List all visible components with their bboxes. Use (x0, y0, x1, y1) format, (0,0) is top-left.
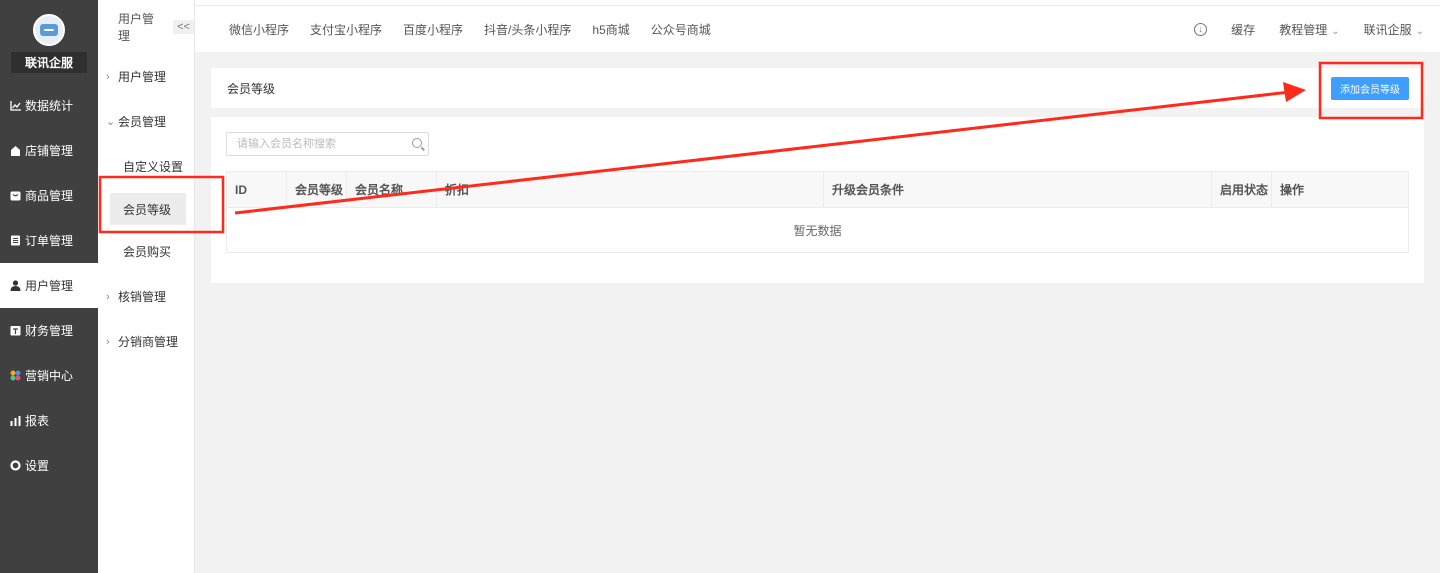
page-title: 会员等级 (227, 81, 276, 96)
sidebar-item-label: 营销中心 (25, 369, 74, 383)
chevron-right-icon: › (106, 335, 110, 348)
sidebar-item-marketing[interactable]: 营销中心 (0, 353, 98, 398)
settings-icon (9, 460, 21, 472)
column-header-upgrade-condition[interactable]: 升级会员条件 (823, 171, 1212, 208)
column-header-id[interactable]: ID (226, 171, 287, 208)
store-icon (9, 145, 21, 157)
top-navbar: 微信小程序 支付宝小程序 百度小程序 抖音/头条小程序 h5商城 公众号商城 ↓… (195, 5, 1440, 52)
tab-alipay-miniprogram[interactable]: 支付宝小程序 (310, 21, 382, 38)
tutorial-menu[interactable]: 教程管理 ⌄ (1279, 21, 1339, 38)
tab-baidu-miniprogram[interactable]: 百度小程序 (403, 21, 463, 38)
sidebar-item-label: 店铺管理 (25, 144, 74, 158)
subnav-user-management[interactable]: › 用户管理 (98, 54, 194, 99)
tab-wechat-miniprogram[interactable]: 微信小程序 (229, 21, 289, 38)
order-icon (9, 235, 21, 247)
cache-button[interactable]: 缓存 (1231, 21, 1255, 38)
secondary-sidebar-title: 用户管理 (118, 12, 155, 43)
sidebar-item-label: 商品管理 (25, 189, 74, 203)
subnav-member-management[interactable]: ⌄ 会员管理 (98, 99, 194, 144)
goods-icon (9, 190, 21, 202)
brand-logo[interactable] (33, 14, 65, 46)
brand-name: 联讯企服 (11, 52, 87, 73)
sidebar-item-users[interactable]: 用户管理 (0, 263, 98, 308)
tutorial-label: 教程管理 (1279, 22, 1328, 37)
column-header-level[interactable]: 会员等级 (286, 171, 347, 208)
tab-official-account-mall[interactable]: 公众号商城 (651, 21, 711, 38)
account-label: 联讯企服 (1363, 22, 1412, 37)
subnav-member-level[interactable]: 会员等级 (110, 193, 186, 225)
chevron-down-icon: ⌄ (106, 116, 116, 128)
brand-logo-area: 联讯企服 (0, 0, 98, 88)
subnav-distributor-management[interactable]: › 分销商管理 (98, 319, 194, 364)
sidebar-item-label: 数据统计 (25, 99, 74, 113)
finance-icon (9, 325, 21, 337)
card-header: 会员等级 (211, 68, 1424, 108)
sidebar-item-label: 用户管理 (25, 279, 74, 293)
chevron-right-icon: › (106, 290, 110, 303)
sidebar-item-settings[interactable]: 设置 (0, 443, 98, 488)
tab-h5-mall[interactable]: h5商城 (592, 21, 629, 38)
column-header-discount[interactable]: 折扣 (436, 171, 824, 208)
chevron-down-icon: ⌄ (1415, 25, 1424, 37)
search-box (226, 132, 429, 156)
report-icon (9, 415, 21, 427)
sidebar-item-orders[interactable]: 订单管理 (0, 218, 98, 263)
subnav-custom-settings[interactable]: 自定义设置 (98, 144, 194, 189)
logo-icon (40, 24, 58, 36)
table-header-row: ID 会员等级 会员名称 折扣 升级会员条件 启用状态 操作 (226, 171, 1409, 208)
tab-douyin-miniprogram[interactable]: 抖音/头条小程序 (484, 21, 571, 38)
collapse-button[interactable]: << (173, 20, 194, 34)
search-input[interactable] (237, 138, 407, 150)
chevron-right-icon: › (106, 70, 110, 83)
subnav-member-purchase[interactable]: 会员购买 (98, 229, 194, 274)
chevron-down-icon: ⌄ (1331, 25, 1340, 37)
search-icon[interactable] (412, 138, 422, 148)
chart-icon (9, 100, 21, 112)
column-header-name[interactable]: 会员名称 (346, 171, 437, 208)
account-menu[interactable]: 联讯企服 ⌄ (1364, 21, 1424, 38)
member-level-table: ID 会员等级 会员名称 折扣 升级会员条件 启用状态 操作 暂无数据 (226, 171, 1409, 253)
sidebar-item-reports[interactable]: 报表 (0, 398, 98, 443)
sidebar-item-statistics[interactable]: 数据统计 (0, 83, 98, 128)
column-header-status[interactable]: 启用状态 (1211, 171, 1272, 208)
subnav-label: 用户管理 (118, 70, 167, 84)
content-card: ID 会员等级 会员名称 折扣 升级会员条件 启用状态 操作 暂无数据 (211, 117, 1424, 283)
subnav-label: 核销管理 (118, 290, 167, 304)
empty-state: 暂无数据 (226, 207, 1409, 253)
secondary-sidebar: 用户管理 << › 用户管理 ⌄ 会员管理 自定义设置 会员等级 会员购买 › … (98, 0, 195, 573)
table-row: 暂无数据 (226, 207, 1409, 253)
subnav-label: 会员管理 (118, 115, 167, 129)
subnav-label: 分销商管理 (118, 335, 179, 349)
marketing-icon (9, 370, 21, 382)
sidebar-item-store[interactable]: 店铺管理 (0, 128, 98, 173)
subnav-verification-management[interactable]: › 核销管理 (98, 274, 194, 319)
sidebar-item-label: 订单管理 (25, 234, 74, 248)
main-sidebar: 联讯企服 数据统计 店铺管理 商品管理 订单管理 用户管理 财务管理 营销中心 … (0, 0, 98, 573)
column-header-actions[interactable]: 操作 (1271, 171, 1409, 208)
sidebar-item-goods[interactable]: 商品管理 (0, 173, 98, 218)
sidebar-item-label: 财务管理 (25, 324, 74, 338)
sidebar-item-label: 报表 (25, 414, 50, 428)
download-icon[interactable]: ↓ (1194, 22, 1208, 36)
top-right-actions: ↓ 缓存 教程管理 ⌄ 联讯企服 ⌄ (1170, 21, 1440, 38)
add-member-level-button[interactable]: 添加会员等级 (1331, 77, 1409, 100)
user-icon (9, 280, 21, 292)
sidebar-item-label: 设置 (25, 459, 50, 473)
secondary-sidebar-header: 用户管理 << (98, 0, 194, 54)
sidebar-item-finance[interactable]: 财务管理 (0, 308, 98, 353)
